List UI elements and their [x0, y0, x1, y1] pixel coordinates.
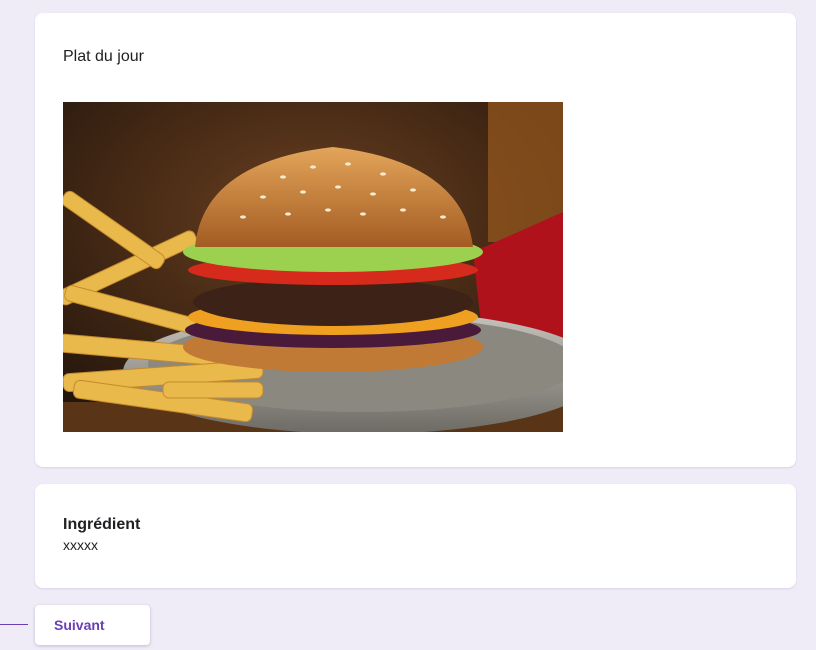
question-title: Plat du jour [63, 48, 144, 65]
ingredient-card: Ingrédient xxxxx [35, 484, 796, 588]
image-question-card: Plat du jour [35, 13, 796, 467]
ingredient-value: xxxxx [63, 537, 98, 553]
left-accent-line [0, 624, 28, 625]
burger-image [63, 102, 563, 432]
ingredient-title: Ingrédient [63, 516, 141, 533]
next-button[interactable]: Suivant [35, 605, 150, 645]
